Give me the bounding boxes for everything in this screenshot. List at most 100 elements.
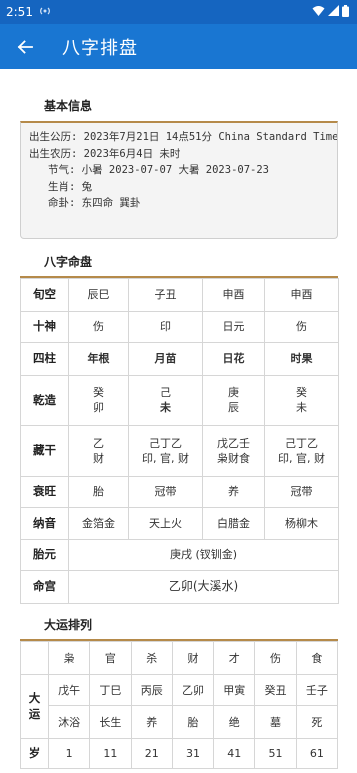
table-cell: 11 bbox=[89, 737, 132, 769]
table-cell: 1 bbox=[47, 737, 91, 769]
dayun-label-char: 大 bbox=[28, 691, 41, 705]
status-bar: 2:51 bbox=[0, 0, 357, 24]
dayun-label-char: 运 bbox=[28, 707, 41, 721]
table-cell: 伤 bbox=[254, 640, 297, 675]
dayun-scroll[interactable]: 枭 官 杀 财 才 伤 食 大运 戊午 丁巳 丙辰 乙卯 甲寅 癸丑 壬子 沐浴… bbox=[20, 640, 338, 769]
table-cell: 金箔金 bbox=[68, 506, 129, 540]
table-cell: 墓 bbox=[254, 704, 297, 739]
table-cell: 子丑 bbox=[128, 277, 203, 312]
birth-lunar-line: 出生农历: 2023年6月4日 未时 bbox=[29, 147, 181, 160]
table-cell: 庚辰 bbox=[202, 374, 265, 426]
table-row: 藏干 乙财 己丁乙 印, 官, 财 戊乙壬 枭财食 己丁乙 印, 官, 财 bbox=[20, 424, 339, 477]
hidden-stems: 戊乙壬 bbox=[217, 436, 250, 450]
table-cell: 白腊金 bbox=[202, 506, 265, 540]
table-row: 四柱 年根 月苗 日花 时果 bbox=[20, 341, 339, 376]
table-cell: 癸卯 bbox=[68, 374, 129, 426]
table-cell: 时果 bbox=[264, 341, 339, 376]
row-label-nayin: 纳音 bbox=[20, 506, 69, 540]
earthly-branch: 卯 bbox=[93, 401, 104, 414]
zodiac-line: 生肖: 兔 bbox=[29, 180, 93, 193]
row-label-xunkong: 旬空 bbox=[20, 277, 69, 312]
row-label-shuaiwang: 衰旺 bbox=[20, 475, 69, 508]
basic-info-box: 出生公历: 2023年7月21日 14点51分 China Standard T… bbox=[20, 121, 338, 239]
table-cell: 己未 bbox=[128, 374, 203, 426]
table-cell: 21 bbox=[130, 737, 173, 769]
table-cell: 己丁乙 印, 官, 财 bbox=[128, 424, 203, 477]
table-cell: 日元 bbox=[202, 310, 265, 343]
row-label-dayun: 大运 bbox=[20, 673, 49, 739]
row-label-sizhu: 四柱 bbox=[20, 341, 69, 376]
page-title: 八字排盘 bbox=[62, 37, 138, 59]
row-label-sui: 岁 bbox=[20, 737, 49, 769]
row-label-taiyuan: 胎元 bbox=[20, 538, 69, 571]
table-cell bbox=[20, 640, 49, 675]
table-row: 旬空 辰巳 子丑 申酉 申酉 bbox=[20, 277, 339, 312]
table-cell: 41 bbox=[213, 737, 256, 769]
row-label-qianzao: 乾造 bbox=[20, 374, 69, 426]
basic-info-title: 基本信息 bbox=[44, 99, 93, 113]
signal-icon bbox=[328, 5, 339, 19]
back-arrow-icon[interactable] bbox=[14, 36, 36, 58]
table-cell: 养 bbox=[130, 704, 173, 739]
table-cell: 申酉 bbox=[264, 277, 339, 312]
table-cell: 戊午 bbox=[47, 673, 91, 706]
row-label-canggan: 藏干 bbox=[20, 424, 69, 477]
table-cell: 养 bbox=[202, 475, 265, 508]
bazi-title: 八字命盘 bbox=[44, 254, 93, 269]
table-cell: 戊乙壬 枭财食 bbox=[202, 424, 265, 477]
table-cell: 伤 bbox=[264, 310, 339, 343]
taiyuan-value: 庚戌 (钗钏金) bbox=[68, 538, 339, 571]
hidden-stems: 己丁乙 bbox=[285, 436, 318, 450]
table-cell: 壬子 bbox=[295, 673, 338, 706]
table-cell: 丁巳 bbox=[89, 673, 132, 706]
table-cell: 乙卯 bbox=[171, 673, 215, 706]
table-cell: 长生 bbox=[89, 704, 132, 739]
table-row: 沐浴 长生 养 胎 绝 墓 死 bbox=[21, 704, 338, 739]
table-cell: 日花 bbox=[202, 341, 265, 376]
dayun-table: 枭 官 杀 财 才 伤 食 大运 戊午 丁巳 丙辰 乙卯 甲寅 癸丑 壬子 沐浴… bbox=[20, 640, 338, 769]
hotspot-icon bbox=[39, 5, 51, 20]
table-cell: 丙辰 bbox=[130, 673, 173, 706]
table-row: 枭 官 杀 财 才 伤 食 bbox=[20, 640, 338, 675]
table-cell: 伤 bbox=[68, 310, 129, 343]
table-cell: 财 bbox=[171, 640, 215, 675]
table-row: 胎元 庚戌 (钗钏金) bbox=[20, 538, 339, 571]
table-cell: 官 bbox=[89, 640, 132, 675]
table-row: 十神 伤 印 日元 伤 bbox=[20, 310, 339, 343]
table-cell: 天上火 bbox=[128, 506, 203, 540]
table-row: 大运 戊午 丁巳 丙辰 乙卯 甲寅 癸丑 壬子 bbox=[20, 673, 338, 739]
bazi-table: 旬空 辰巳 子丑 申酉 申酉 十神 伤 印 日元 伤 四柱 年根 月苗 日花 时… bbox=[20, 277, 339, 604]
hidden-stems: 己丁乙 bbox=[149, 436, 182, 450]
earthly-branch: 未 bbox=[160, 401, 171, 414]
table-cell: 癸丑 bbox=[254, 673, 297, 706]
table-cell: 年根 bbox=[68, 341, 129, 376]
table-cell: 杨柳木 bbox=[264, 506, 339, 540]
hidden-stem-gods: 印, 官, 财 bbox=[278, 451, 325, 465]
main-content: 基本信息 出生公历: 2023年7月21日 14点51分 China Stand… bbox=[0, 97, 357, 769]
table-cell: 冠带 bbox=[128, 475, 203, 508]
table-cell: 辰巳 bbox=[68, 277, 129, 312]
hidden-stem-gods: 印, 官, 财 bbox=[142, 451, 189, 465]
app-bar: 八字排盘 bbox=[0, 24, 357, 69]
wifi-icon bbox=[312, 5, 325, 20]
table-cell: 胎 bbox=[68, 475, 129, 508]
table-cell: 癸未 bbox=[264, 374, 339, 426]
row-label-minggong: 命宫 bbox=[20, 569, 69, 604]
dayun-title: 大运排列 bbox=[44, 617, 93, 632]
table-cell: 61 bbox=[295, 737, 338, 769]
earthly-branch: 辰 bbox=[228, 401, 239, 414]
table-cell: 乙财 bbox=[68, 424, 129, 477]
table-cell: 食 bbox=[295, 640, 338, 675]
battery-icon bbox=[342, 4, 349, 20]
heavenly-stem: 庚 bbox=[228, 386, 239, 399]
table-cell: 枭 bbox=[47, 640, 91, 675]
table-row: 纳音 金箔金 天上火 白腊金 杨柳木 bbox=[20, 506, 339, 540]
table-cell: 51 bbox=[254, 737, 297, 769]
solar-term-line: 节气: 小暑 2023-07-07 大暑 2023-07-23 bbox=[29, 164, 270, 176]
status-time: 2:51 bbox=[6, 5, 33, 19]
table-cell: 甲寅 bbox=[213, 673, 256, 706]
table-cell: 胎 bbox=[171, 704, 215, 739]
table-cell: 月苗 bbox=[128, 341, 203, 376]
table-row: 衰旺 胎 冠带 养 冠带 bbox=[20, 475, 339, 508]
hidden-stem-gods: 枭财食 bbox=[217, 451, 250, 465]
